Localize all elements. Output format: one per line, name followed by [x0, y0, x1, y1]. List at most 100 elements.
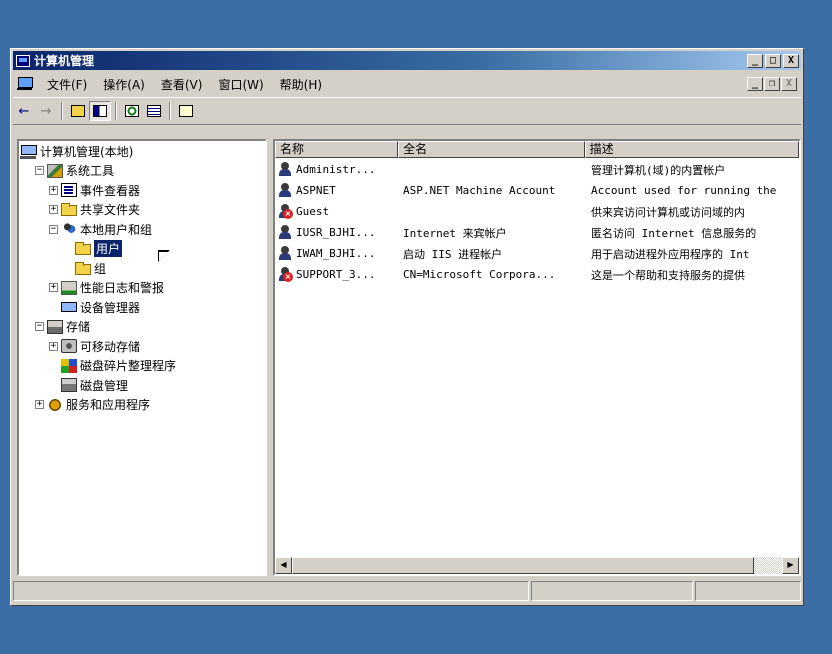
- collapse-icon[interactable]: −: [35, 166, 44, 175]
- users-list[interactable]: 名称 全名 描述 Administr... 管理计算机(域)的内置帐户 ASPNET…: [273, 139, 801, 576]
- tools-icon: [47, 163, 63, 178]
- menu-view[interactable]: 查看(V): [153, 74, 211, 95]
- menu-file[interactable]: 文件(F): [39, 74, 95, 95]
- removable-icon: [61, 339, 77, 353]
- perf-icon: [61, 280, 77, 295]
- tree-item[interactable]: 用户: [63, 239, 124, 258]
- tree-item[interactable]: 设备管理器: [49, 298, 140, 316]
- tree-item[interactable]: 计算机管理(本地): [20, 142, 134, 160]
- child-close-button[interactable]: X: [781, 77, 797, 91]
- tree-item-label: 系统工具: [66, 164, 115, 178]
- child-restore-button[interactable]: ❐: [764, 77, 780, 91]
- scroll-track[interactable]: [292, 557, 782, 574]
- column-name[interactable]: 名称: [275, 141, 399, 158]
- tree-item[interactable]: − 本地用户和组: [49, 220, 152, 238]
- tree-item[interactable]: 磁盘管理: [49, 376, 128, 394]
- export-list-button[interactable]: [143, 101, 165, 121]
- cell-name: IUSR_BJHI...: [296, 226, 376, 239]
- menu-window[interactable]: 窗口(W): [210, 74, 271, 95]
- expand-icon[interactable]: +: [35, 400, 44, 409]
- tree-item[interactable]: + 事件查看器: [49, 181, 140, 199]
- tree-item-label: 磁盘管理: [80, 378, 129, 393]
- forward-arrow-icon[interactable]: →: [35, 101, 57, 121]
- menu-bar: 文件(F) 操作(A) 查看(V) 窗口(W) 帮助(H) _ ❐ X: [13, 73, 801, 95]
- column-fullname[interactable]: 全名: [398, 141, 585, 158]
- computer-management-icon: [16, 54, 30, 67]
- cell-name: ASPNET: [296, 184, 336, 197]
- up-one-level-button[interactable]: [67, 101, 89, 121]
- help-button[interactable]: [175, 101, 197, 121]
- collapse-icon[interactable]: −: [35, 322, 44, 331]
- cell-description: 这是一个帮助和支持服务的提供: [591, 268, 745, 282]
- list-item[interactable]: × SUPPORT_3... CN=Microsoft Corpora... 这是一个…: [275, 265, 799, 284]
- tree-line: [63, 264, 72, 273]
- status-cell-main: [13, 581, 529, 601]
- refresh-icon: [125, 105, 139, 117]
- cell-name: Administr...: [296, 163, 376, 176]
- device-icon: [61, 302, 77, 312]
- scroll-thumb[interactable]: [292, 557, 754, 574]
- tree-line: [49, 361, 58, 370]
- disk-icon: [61, 378, 77, 392]
- folder-icon: [61, 203, 77, 216]
- cell-fullname: Internet 来宾帐户: [403, 226, 507, 240]
- expand-icon[interactable]: +: [49, 185, 58, 195]
- tree-pane-icon: [93, 105, 107, 117]
- tree-item[interactable]: − 系统工具: [35, 162, 114, 180]
- toolbar-separator: [61, 102, 63, 120]
- back-arrow-icon[interactable]: ←: [13, 101, 35, 121]
- tree-item[interactable]: + 服务和应用程序: [35, 396, 150, 414]
- close-button[interactable]: X: [783, 53, 799, 68]
- tree-item[interactable]: + 共享文件夹: [49, 201, 140, 219]
- cell-description: Account used for running the: [591, 184, 777, 197]
- child-minimize-button[interactable]: _: [747, 77, 763, 91]
- tree-item-label: 设备管理器: [80, 300, 141, 315]
- defrag-icon: [61, 358, 77, 373]
- console-system-menu-icon[interactable]: [17, 77, 33, 91]
- cell-description: 用于启动进程外应用程序的 Int: [591, 247, 750, 261]
- help-icon: [179, 105, 193, 117]
- export-list-icon: [147, 105, 161, 117]
- list-item[interactable]: × Guest 供来宾访问计算机或访问域的内: [275, 202, 799, 221]
- folder-icon: [75, 242, 91, 255]
- tree-item-label: 用户: [92, 239, 124, 258]
- list-item[interactable]: Administr... 管理计算机(域)的内置帐户: [275, 160, 799, 179]
- tree-item[interactable]: − 存储: [35, 318, 90, 336]
- menu-help[interactable]: 帮助(H): [272, 74, 330, 95]
- scroll-right-button[interactable]: ▶: [782, 557, 799, 574]
- horizontal-scrollbar[interactable]: ◀ ▶: [275, 557, 799, 574]
- title-bar[interactable]: 计算机管理 _ □ X: [13, 51, 801, 70]
- tree-item[interactable]: 磁盘碎片整理程序: [49, 357, 176, 375]
- disabled-user-icon: ×: [278, 204, 294, 219]
- refresh-button[interactable]: [121, 101, 143, 121]
- status-bar: [13, 581, 801, 603]
- tree-item-label: 计算机管理(本地): [40, 144, 134, 159]
- minimize-button[interactable]: _: [747, 53, 763, 68]
- toolbar-separator: [169, 102, 171, 120]
- expand-icon[interactable]: +: [49, 283, 58, 292]
- toolbar: ← →: [13, 97, 801, 125]
- list-item[interactable]: IWAM_BJHI... 启动 IIS 进程帐户 用于启动进程外应用程序的 Int: [275, 244, 799, 263]
- cell-fullname: 启动 IIS 进程帐户: [403, 247, 503, 261]
- tree-item[interactable]: + 可移动存储: [49, 337, 140, 355]
- user-icon: [278, 225, 294, 240]
- folder-icon: [75, 261, 91, 275]
- scroll-left-button[interactable]: ◀: [275, 557, 292, 574]
- tree-item-label: 服务和应用程序: [66, 398, 151, 412]
- menu-action[interactable]: 操作(A): [95, 74, 153, 95]
- tree-item[interactable]: + 性能日志和警报: [49, 279, 164, 297]
- column-description[interactable]: 描述: [584, 141, 799, 158]
- cell-name: SUPPORT_3...: [296, 268, 376, 281]
- expand-icon[interactable]: +: [49, 341, 58, 351]
- collapse-icon[interactable]: −: [49, 224, 58, 234]
- list-item[interactable]: IUSR_BJHI... Internet 来宾帐户 匿名访问 Internet 信…: [275, 223, 799, 242]
- tree-item[interactable]: 组: [63, 259, 106, 277]
- cell-name: IWAM_BJHI...: [296, 247, 376, 260]
- cell-fullname: ASP.NET Machine Account: [403, 184, 556, 197]
- list-item[interactable]: ASPNET ASP.NET Machine Account Account use…: [275, 181, 799, 200]
- console-tree[interactable]: 计算机管理(本地) − 系统工具 + 事件查看器 + 共享文件夹 − 本地用户和组 用户组 + 性能日…: [17, 139, 267, 576]
- expand-icon[interactable]: +: [49, 205, 58, 214]
- show-hide-tree-button[interactable]: [89, 101, 111, 121]
- maximize-button[interactable]: □: [765, 53, 781, 68]
- services-icon: [47, 397, 63, 412]
